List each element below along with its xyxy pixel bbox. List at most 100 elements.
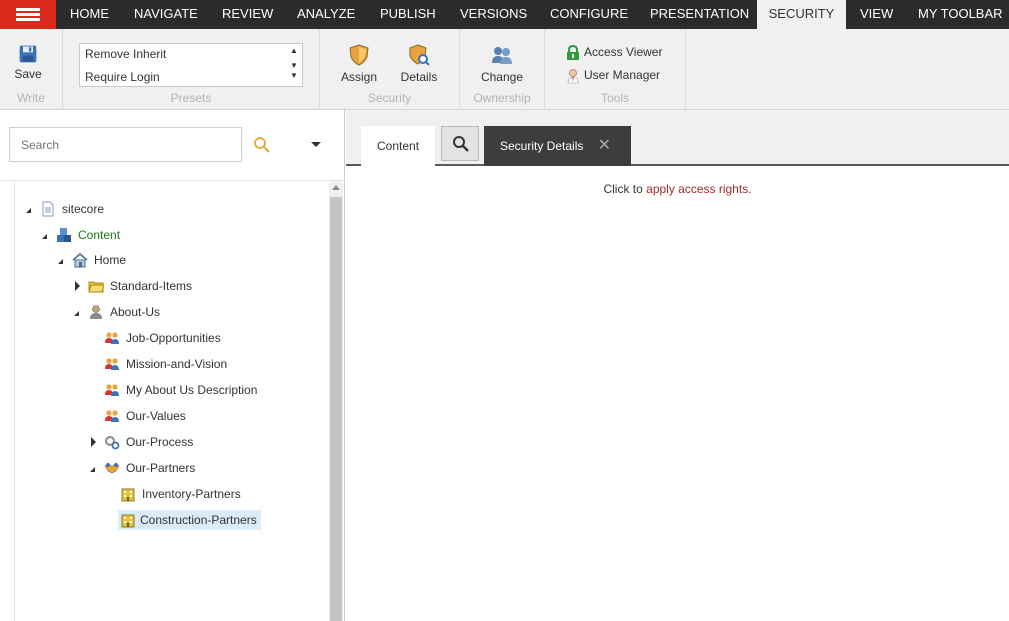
scroll-up-icon[interactable]: ▲ [289, 46, 299, 56]
tree-node-construction-partners[interactable]: Construction-Partners [102, 510, 261, 530]
assign-button[interactable]: Assign [338, 43, 380, 84]
user-manager-label: User Manager [584, 68, 661, 83]
people-icon [105, 384, 119, 396]
user-manager-icon [567, 69, 579, 84]
building-icon [121, 514, 135, 528]
expand-toggle-icon[interactable] [54, 250, 70, 270]
menu-tab-navigate[interactable]: NAVIGATE [134, 0, 198, 29]
close-icon[interactable]: ✕ [598, 126, 611, 166]
ribbon-group-presets: Remove Inherit Require Login ▲ ▼ ▼ Prese… [63, 29, 320, 109]
tree-node-standard-items[interactable]: Standard-Items [70, 276, 196, 296]
assign-label: Assign [340, 70, 378, 84]
details-button[interactable]: Details [398, 43, 440, 84]
search-options-dropdown-icon[interactable] [311, 142, 321, 147]
tree-node-content[interactable]: Content [38, 225, 124, 245]
tree-node-label: sitecore [62, 202, 105, 216]
floppy-disk-icon [19, 45, 37, 63]
tab-security-details-label: Security Details [500, 139, 584, 153]
details-label: Details [400, 70, 438, 84]
tree-node-label: Job-Opportunities [126, 331, 221, 345]
tree-node-job-opportunities[interactable]: Job-Opportunities [86, 328, 225, 348]
tree-node-our-partners[interactable]: Our-Partners [86, 458, 199, 478]
security-message: Click to apply access rights. [346, 182, 1009, 196]
tree-node-home[interactable]: Home [54, 250, 130, 270]
menu-tab-my-toolbar[interactable]: MY TOOLBAR [918, 0, 1003, 29]
menu-tab-publish[interactable]: PUBLISH [380, 0, 436, 29]
expand-toggle-icon[interactable] [70, 302, 86, 322]
collapse-toggle-icon[interactable] [70, 276, 86, 296]
tree-node-our-values[interactable]: Our-Values [86, 406, 190, 426]
menu-tab-configure[interactable]: CONFIGURE [550, 0, 628, 29]
ribbon: Save Write Remove Inherit Require Login … [0, 29, 1009, 110]
search-input[interactable] [9, 127, 242, 162]
tree-node-label: About-Us [110, 305, 161, 319]
apply-access-rights-link[interactable]: apply access rights [646, 182, 748, 196]
tree-node-label: Our-Process [126, 435, 194, 449]
group-label-presets: Presets [170, 91, 212, 105]
padlock-icon [567, 45, 579, 60]
people-icon [105, 410, 119, 422]
tree-scrollbar[interactable] [329, 181, 343, 621]
tree-node-inventory-partners[interactable]: Inventory-Partners [102, 484, 245, 504]
tree-node-label: My About Us Description [126, 383, 258, 397]
shield-icon [349, 44, 369, 66]
editor-tab-bar: Content Security Details ✕ [346, 110, 1009, 166]
tree-node-about-us[interactable]: About-Us [70, 302, 164, 322]
change-label: Change [480, 70, 524, 84]
expand-list-icon[interactable]: ▼ [289, 71, 299, 81]
message-prefix: Click to [603, 182, 647, 196]
selected-item-highlight: Construction-Partners [118, 510, 261, 530]
tree-node-mission-and-vision[interactable]: Mission-and-Vision [86, 354, 231, 374]
tab-security-details[interactable]: Security Details ✕ [484, 126, 631, 166]
top-menu-bar: HOME NAVIGATE REVIEW ANALYZE PUBLISH VER… [0, 0, 1009, 29]
search-icon[interactable] [253, 136, 271, 154]
menu-tab-versions[interactable]: VERSIONS [460, 0, 527, 29]
document-icon [42, 201, 54, 217]
change-button[interactable]: Change [478, 43, 526, 84]
menu-tab-review[interactable]: REVIEW [222, 0, 273, 29]
search-tab-button[interactable] [441, 126, 479, 161]
ribbon-group-ownership: Change Ownership [460, 29, 545, 109]
message-suffix: . [748, 182, 752, 196]
expand-toggle-icon[interactable] [38, 225, 54, 245]
magnifier-icon [453, 136, 469, 152]
user-manager-button[interactable]: User Manager [565, 68, 660, 84]
tab-content[interactable]: Content [361, 126, 435, 166]
scrollbar-thumb[interactable] [330, 197, 342, 621]
scroll-down-icon[interactable]: ▼ [289, 61, 299, 71]
group-label-security: Security [367, 91, 412, 105]
tree-node-label: Construction-Partners [140, 513, 257, 527]
save-label: Save [14, 67, 42, 81]
menu-tab-home[interactable]: HOME [70, 0, 109, 29]
menu-tab-presentation[interactable]: PRESENTATION [650, 0, 749, 29]
menu-tab-security[interactable]: SECURITY [757, 0, 846, 29]
menu-tab-view[interactable]: VIEW [860, 0, 893, 29]
users-icon [492, 47, 512, 64]
shield-magnifier-icon [409, 44, 430, 66]
tree-node-my-about-us-description[interactable]: My About Us Description [86, 380, 261, 400]
building-icon [121, 488, 135, 502]
people-icon [105, 332, 119, 344]
hamburger-menu-icon[interactable] [0, 0, 56, 29]
ribbon-group-tools: Access Viewer User Manager Tools [545, 29, 686, 109]
collapse-toggle-icon[interactable] [86, 432, 102, 452]
presets-list[interactable]: Remove Inherit Require Login ▲ ▼ ▼ [79, 43, 303, 87]
tree-node-label: Inventory-Partners [142, 487, 241, 501]
access-viewer-label: Access Viewer [584, 45, 663, 60]
scroll-up-arrow-icon[interactable] [332, 185, 340, 190]
tree-node-sitecore[interactable]: sitecore [22, 199, 108, 219]
home-icon [72, 252, 88, 268]
preset-require-login[interactable]: Require Login [85, 70, 160, 84]
tree-node-our-process[interactable]: Our-Process [86, 432, 197, 452]
tree-node-label: Standard-Items [110, 279, 193, 293]
access-viewer-button[interactable]: Access Viewer [565, 45, 662, 61]
gears-icon [105, 435, 120, 450]
expand-toggle-icon[interactable] [86, 458, 102, 478]
preset-remove-inherit[interactable]: Remove Inherit [85, 47, 166, 61]
menu-tab-analyze[interactable]: ANALYZE [297, 0, 355, 29]
save-button[interactable]: Save [8, 44, 48, 81]
expand-toggle-icon[interactable] [22, 199, 38, 219]
